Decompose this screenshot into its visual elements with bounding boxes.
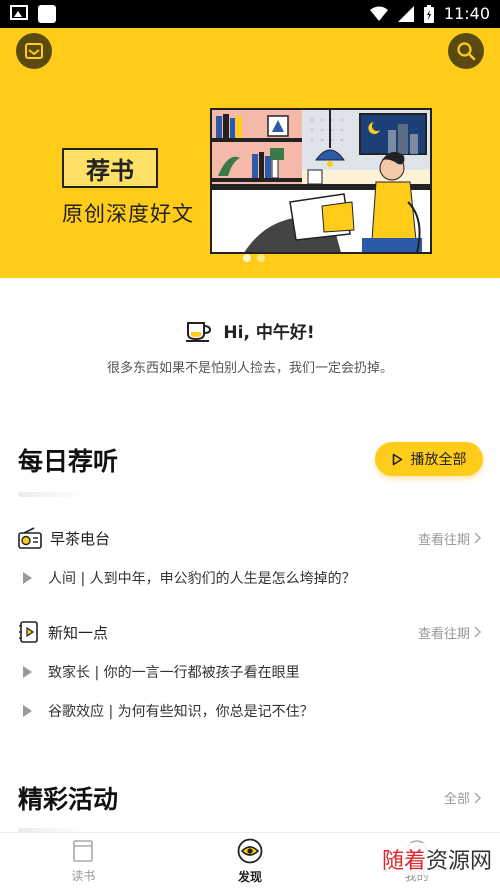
group-header-radio: 早茶电台 查看往期: [18, 526, 482, 550]
track-item[interactable]: 人间 | 人到中年，申公豹们的人生是怎么垮掉的？: [18, 567, 482, 589]
view-past-label: 查看往期: [417, 532, 470, 548]
app-notification-icon: [38, 5, 56, 23]
events-all-label: 全部: [443, 792, 470, 807]
tab-label: 发现: [238, 869, 263, 884]
track-item[interactable]: 致家长 | 你的一言一行都被孩子看在眼里: [18, 661, 482, 683]
carousel-dot: [257, 254, 265, 262]
play-icon: [23, 572, 32, 584]
chevron-right-icon: [474, 626, 482, 638]
group-name: 新知一点: [48, 623, 109, 642]
section-title-events: 精彩活动: [18, 785, 119, 814]
book-icon: [73, 839, 94, 862]
wifi-icon: [369, 6, 388, 21]
chevron-right-icon: [474, 532, 482, 544]
banner-carousel[interactable]: 荐书 原创深度好文: [0, 28, 500, 278]
banner-illustration: [210, 108, 432, 254]
greeting-title: Hi, 中午好!: [223, 323, 315, 343]
track-title: 人间 | 人到中年，申公豹们的人生是怎么垮掉的？: [48, 571, 356, 587]
group-name: 早茶电台: [50, 529, 111, 548]
battery-icon: [423, 4, 434, 23]
clock: 11:40: [443, 4, 490, 23]
tab-discover[interactable]: 发现: [167, 833, 334, 889]
greeting-subtitle: 很多东西如果不是怕别人捡去，我们一定会扔掉。: [106, 361, 393, 376]
play-all-button[interactable]: 播放全部: [375, 442, 483, 476]
watermark-red: 随着: [381, 849, 426, 874]
tab-read[interactable]: 读书: [0, 833, 167, 889]
section-title-daily: 每日荐听: [18, 447, 119, 476]
view-past-link[interactable]: 查看往期: [418, 529, 482, 548]
track-title: 谷歌效应 | 为何有些知识，你总是记不住？: [48, 704, 314, 720]
search-icon: [457, 42, 476, 61]
track-title: 致家长 | 你的一言一行都被孩子看在眼里: [48, 665, 300, 681]
play-icon: [23, 666, 32, 678]
coffee-cup-icon: [186, 321, 212, 342]
signal-icon: [397, 5, 414, 22]
chevron-right-icon: [474, 791, 482, 804]
book-play-icon: [19, 621, 38, 643]
image-notification-icon: [10, 5, 28, 20]
banner-subtitle: 原创深度好文: [62, 202, 194, 226]
section-underline: [18, 492, 88, 497]
watermark: 随着资源网: [377, 843, 496, 875]
play-icon: [23, 705, 32, 717]
tab-label: 读书: [71, 868, 96, 883]
group-header-knowledge: 新知一点 查看往期: [18, 620, 482, 644]
radio-icon: [18, 527, 42, 549]
watermark-black: 资源网: [425, 849, 492, 874]
greeting: Hi, 中午好! 很多东西如果不是怕别人捡去，我们一定会扔掉。: [0, 318, 500, 376]
carousel-dot-active: [243, 254, 251, 262]
view-past-link[interactable]: 查看往期: [418, 623, 482, 642]
mail-icon: [25, 43, 43, 59]
message-button[interactable]: [16, 33, 52, 69]
play-outline-icon: [392, 453, 402, 465]
events-all-link[interactable]: 全部: [444, 788, 482, 807]
view-past-label: 查看往期: [417, 626, 470, 642]
eye-icon: [237, 838, 263, 863]
play-all-label: 播放全部: [410, 452, 467, 468]
status-bar: 11:40: [0, 0, 500, 28]
search-button[interactable]: [448, 33, 484, 69]
carousel-indicator: [243, 254, 265, 262]
banner-title: 荐书: [62, 148, 162, 192]
track-item[interactable]: 谷歌效应 | 为何有些知识，你总是记不住？: [18, 700, 482, 722]
